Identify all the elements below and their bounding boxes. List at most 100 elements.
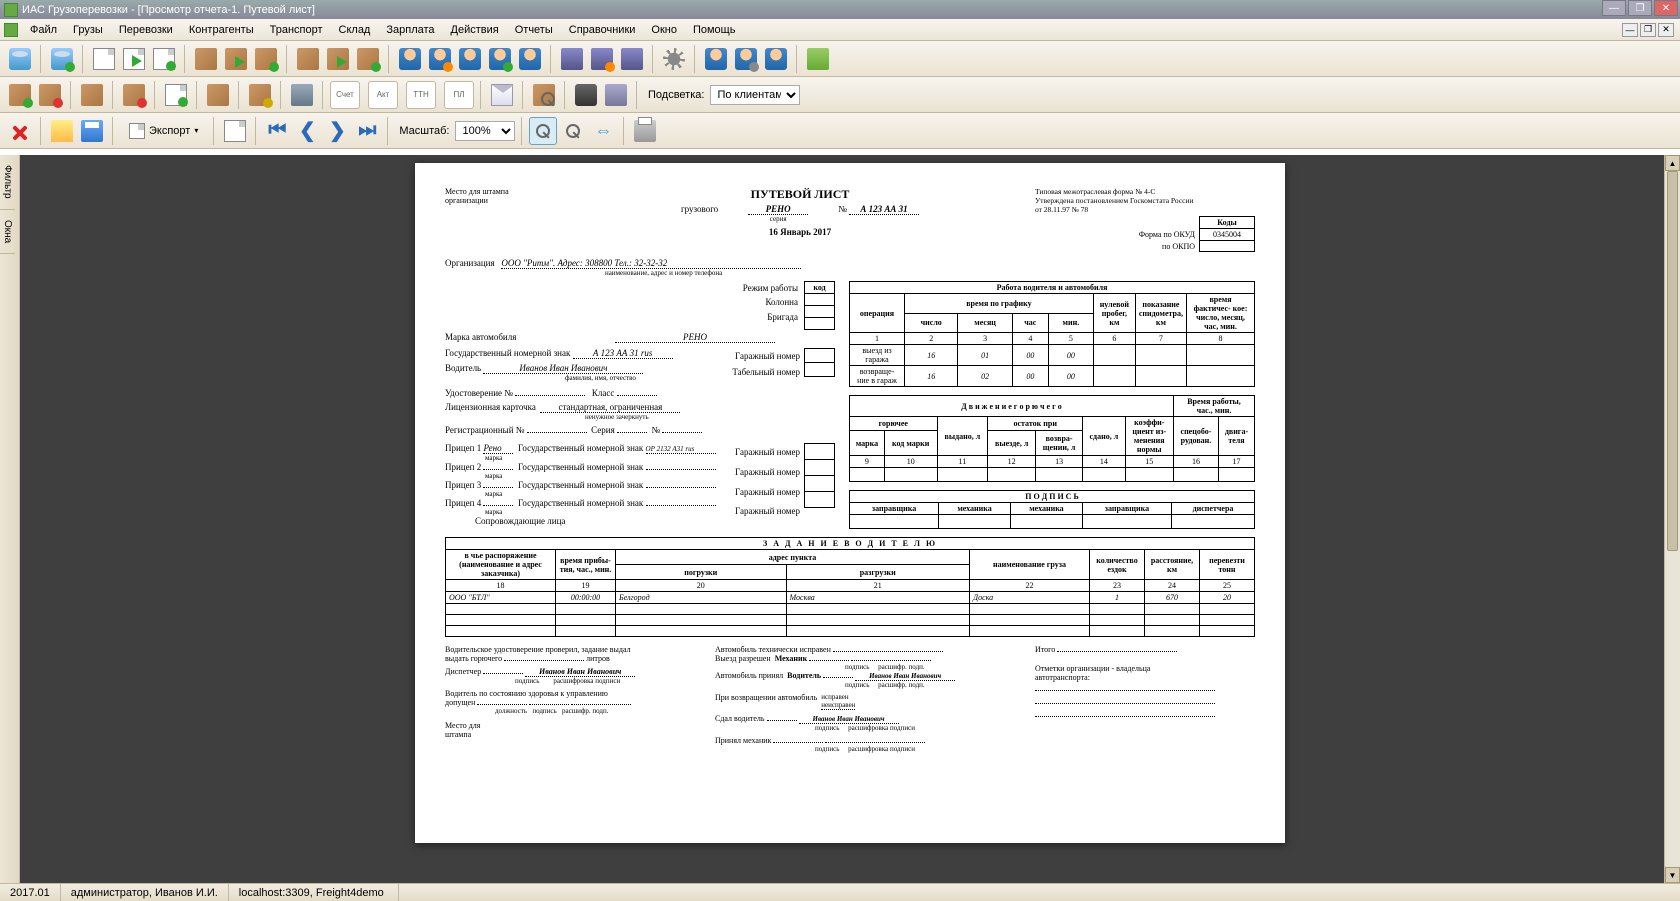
series-inline: Серия	[591, 425, 615, 435]
tb-truck1-icon[interactable]	[558, 45, 586, 73]
menu-actions[interactable]: Действия	[443, 22, 507, 38]
tb-person4-icon[interactable]	[486, 45, 514, 73]
mdi-close-button[interactable]: ✕	[1658, 23, 1674, 37]
tb2-camera-icon[interactable]	[572, 81, 600, 109]
tb-settings-icon[interactable]	[660, 45, 688, 73]
tb-doc-check-icon[interactable]	[150, 45, 178, 73]
form-note: Типовая межотраслевая форма № 4-С Утверж…	[1035, 187, 1255, 214]
tb-person6-icon[interactable]	[702, 45, 730, 73]
mdi-restore-button[interactable]: ❐	[1640, 23, 1656, 37]
tb-doc-next-icon[interactable]	[120, 45, 148, 73]
tb-truck3-icon[interactable]	[618, 45, 646, 73]
tb3-zoom-11-icon[interactable]	[529, 117, 557, 145]
tb3-export-button[interactable]: Экспорт▾	[120, 117, 207, 145]
menu-window[interactable]: Окно	[643, 22, 685, 38]
brigade-label: Бригада	[743, 310, 798, 324]
scale-select[interactable]: 100%	[455, 121, 515, 141]
scale-label: Масштаб:	[399, 125, 449, 137]
tb-truck2-icon[interactable]	[588, 45, 616, 73]
menu-salary[interactable]: Зарплата	[378, 22, 442, 38]
lic-value: стандартная, ограниченная	[540, 402, 680, 413]
tb2-cart5-icon[interactable]	[204, 81, 232, 109]
tb-person8-icon[interactable]	[762, 45, 790, 73]
tb2-cart2-icon[interactable]	[36, 81, 64, 109]
tb-box6-icon[interactable]	[354, 45, 382, 73]
maximize-button[interactable]: ❐	[1628, 0, 1652, 16]
tb3-nav-first-icon[interactable]: ⏮	[263, 117, 291, 145]
fuel-table: Д в и ж е н и е г о р ю ч е г оВремя раб…	[849, 395, 1255, 482]
menu-help[interactable]: Помощь	[685, 22, 744, 38]
menu-contractors[interactable]: Контрагенты	[181, 22, 262, 38]
menu-app-icon	[4, 23, 18, 37]
trailer2-label: Прицеп 2	[445, 462, 481, 472]
tb3-list-icon[interactable]	[221, 117, 249, 145]
okud-value: 0345004	[1200, 229, 1255, 241]
tb3-zoom-icon[interactable]	[559, 117, 587, 145]
tb-box4-icon[interactable]	[294, 45, 322, 73]
trailer3-label: Прицеп 3	[445, 480, 481, 490]
doc-date: 16 Январь 2017	[585, 227, 1015, 237]
tb-person5-icon[interactable]	[516, 45, 544, 73]
tb3-save-icon[interactable]	[78, 117, 106, 145]
scroll-up-arrow[interactable]: ▲	[1665, 155, 1680, 171]
highlight-select[interactable]: По клиентам	[710, 85, 800, 105]
tb2-cart4-icon[interactable]	[120, 81, 148, 109]
menu-file[interactable]: Файл	[22, 22, 65, 38]
tb-box3-icon[interactable]	[252, 45, 280, 73]
tb2-find-cart-icon[interactable]	[530, 81, 558, 109]
tb2-doc-check-icon[interactable]	[162, 81, 190, 109]
tb3-close-icon[interactable]	[6, 117, 34, 145]
tb2-mail-icon[interactable]	[488, 81, 516, 109]
tb2-schet-button[interactable]: Счет	[330, 81, 360, 109]
tb3-nav-next-icon[interactable]: ❯	[323, 117, 351, 145]
tb2-pl-button[interactable]: ПЛ	[444, 81, 474, 109]
tb2-ttn-button[interactable]: ТТН	[406, 81, 436, 109]
tb-db-refresh-icon[interactable]	[48, 45, 76, 73]
tb2-cart3-icon[interactable]	[78, 81, 106, 109]
report-viewer: Место для штампа организации ПУТЕВОЙ ЛИС…	[20, 155, 1680, 883]
tb-box2-icon[interactable]	[222, 45, 250, 73]
menu-cargo[interactable]: Грузы	[65, 22, 111, 38]
tb-db-icon[interactable]	[6, 45, 34, 73]
menu-reports[interactable]: Отчеты	[507, 22, 561, 38]
tb-person7-icon[interactable]	[732, 45, 760, 73]
tb3-open-icon[interactable]	[48, 117, 76, 145]
toolbar-main	[0, 41, 1680, 77]
vertical-scrollbar[interactable]: ▲ ▼	[1664, 155, 1680, 883]
tb3-print-icon[interactable]	[631, 117, 659, 145]
okud-label: Форма по ОКУД	[1136, 229, 1200, 241]
tb2-cart6-icon[interactable]	[246, 81, 274, 109]
tb-cash-icon[interactable]	[804, 45, 832, 73]
tb3-nav-prev-icon[interactable]: ❮	[293, 117, 321, 145]
scroll-thumb[interactable]	[1667, 171, 1678, 551]
menu-warehouse[interactable]: Склад	[331, 22, 379, 38]
reg-label: Регистрационный №	[445, 425, 524, 435]
menu-vehicles[interactable]: Транспорт	[262, 22, 331, 38]
tb2-trash-icon[interactable]	[288, 81, 316, 109]
tb-person3-icon[interactable]	[456, 45, 484, 73]
tb-doc-new-icon[interactable]	[90, 45, 118, 73]
close-button[interactable]: ✕	[1654, 0, 1678, 16]
menu-transport[interactable]: Перевозки	[111, 22, 181, 38]
sidebar-tab-windows[interactable]: Окна	[0, 210, 15, 254]
sidebar-tab-filter[interactable]: Фильтр	[0, 155, 15, 210]
lic-label: Лицензионная карточка	[445, 402, 536, 412]
tb-box1-icon[interactable]	[192, 45, 220, 73]
tb-person1-icon[interactable]	[396, 45, 424, 73]
titlebar: ИАС Грузоперевозки - [Просмотр отчета-1.…	[0, 0, 1680, 19]
tb2-cart1-icon[interactable]	[6, 81, 34, 109]
tb2-scan-icon[interactable]	[602, 81, 630, 109]
mdi-minimize-button[interactable]: —	[1622, 23, 1638, 37]
scroll-down-arrow[interactable]: ▼	[1665, 867, 1680, 883]
tb2-akt-button[interactable]: Акт	[368, 81, 398, 109]
minimize-button[interactable]: —	[1602, 0, 1626, 16]
okpo-label: по ОКПО	[1136, 241, 1200, 252]
menu-references[interactable]: Справочники	[561, 22, 644, 38]
tb3-nav-last-icon[interactable]: ⏭	[353, 117, 381, 145]
series-sublabel: серия	[748, 215, 808, 223]
driver-sub: фамилия, имя, отчество	[565, 374, 728, 382]
tb3-fit-width-icon[interactable]: ⇔	[589, 117, 617, 145]
class-label: Класс	[592, 388, 614, 398]
tb-person2-icon[interactable]	[426, 45, 454, 73]
tb-box5-icon[interactable]	[324, 45, 352, 73]
